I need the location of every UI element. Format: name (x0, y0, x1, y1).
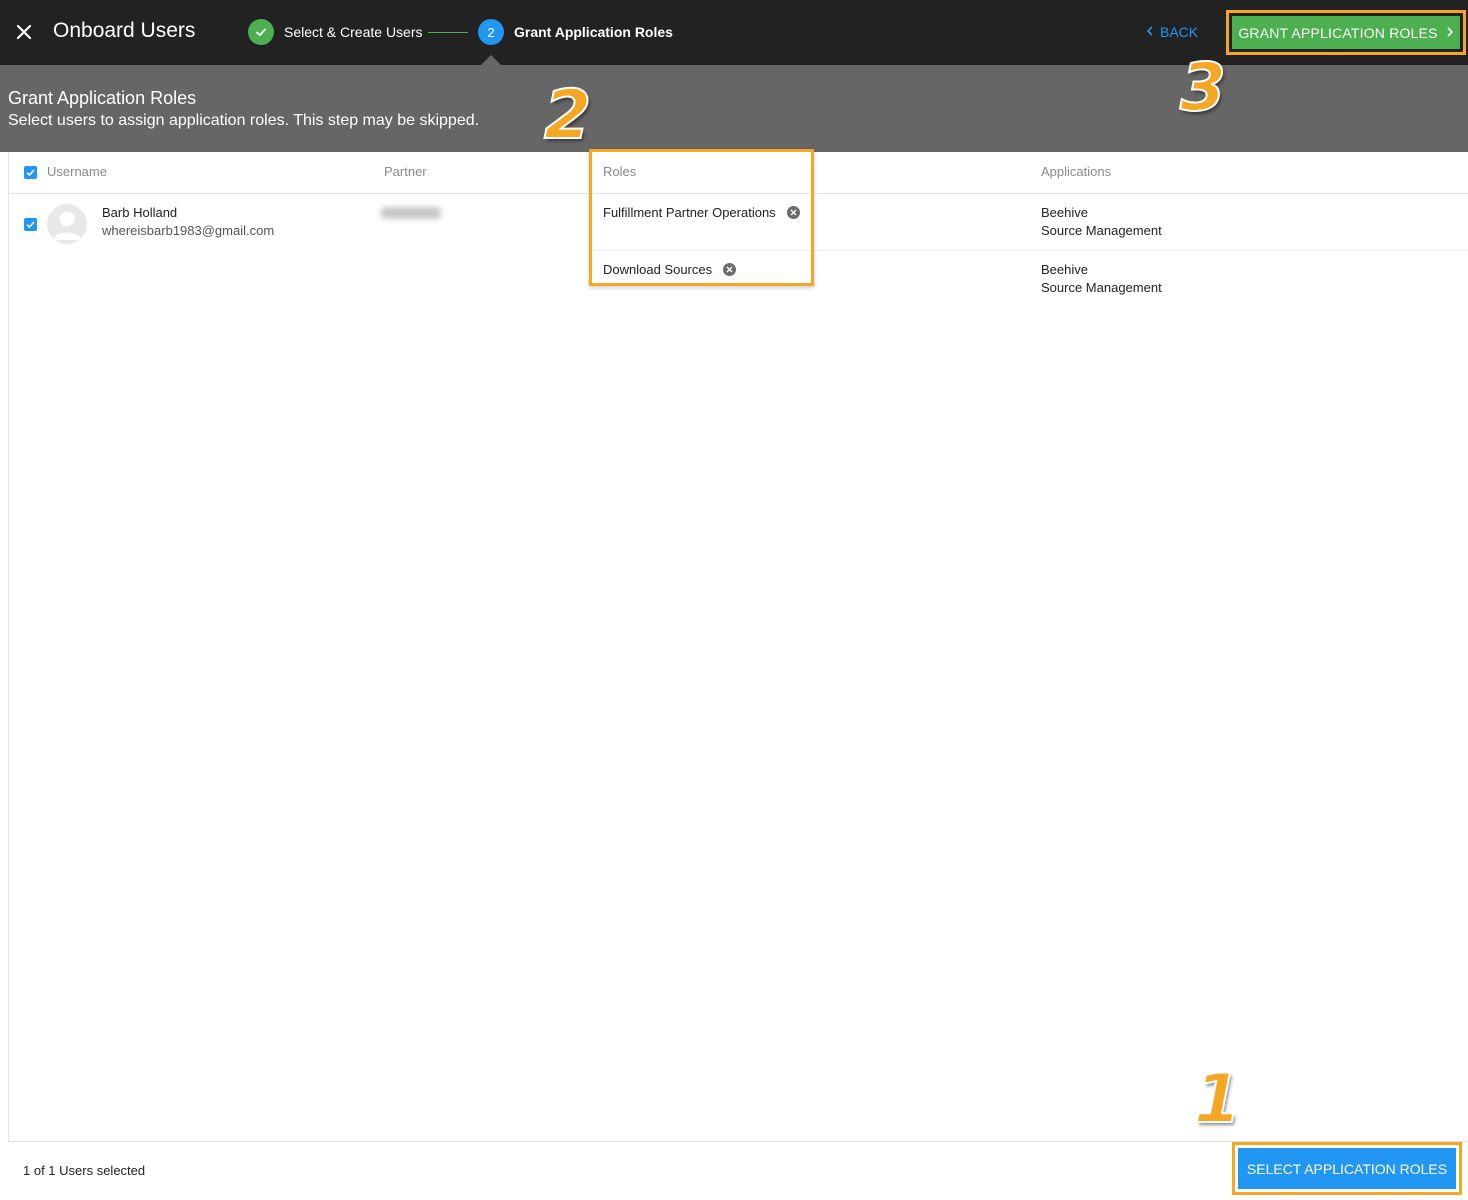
column-header-username[interactable]: Username (47, 164, 107, 179)
top-bar: Onboard Users Select & Create Users 2 Gr… (0, 0, 1468, 65)
page-subtitle: Select users to assign application roles… (8, 112, 480, 129)
user-email: whereisbarb1983@gmail.com (102, 223, 275, 238)
avatar (47, 204, 87, 244)
application-name: Beehive (1041, 205, 1088, 220)
active-step-caret (481, 55, 501, 65)
step-number-badge: 2 (478, 19, 504, 45)
back-button[interactable]: BACK (1146, 22, 1198, 42)
application-name: Beehive (1041, 262, 1088, 277)
selected-count: 1 of 1 Users selected (23, 1163, 146, 1178)
page-title: Grant Application Roles (8, 88, 197, 108)
page-header: Grant Application Roles Select users to … (0, 65, 1468, 152)
step-connector (428, 32, 468, 33)
user-name: Barb Holland (102, 205, 178, 220)
chevron-left-icon (1146, 25, 1154, 39)
grant-roles-highlight: GRANT APPLICATION ROLES (1226, 10, 1466, 55)
select-roles-highlight: SELECT APPLICATION ROLES (1232, 1142, 1462, 1195)
select-application-roles-button[interactable]: SELECT APPLICATION ROLES (1238, 1148, 1456, 1189)
partner-redacted (381, 207, 441, 219)
back-label: BACK (1160, 24, 1199, 40)
app-title: Onboard Users (53, 19, 196, 42)
check-icon (248, 19, 274, 45)
annotation-number-3: 3 (1179, 49, 1227, 126)
row-checkbox[interactable] (24, 218, 37, 231)
grant-application-roles-button[interactable]: GRANT APPLICATION ROLES (1232, 16, 1460, 49)
grant-label: GRANT APPLICATION ROLES (1238, 24, 1438, 41)
column-header-partner[interactable]: Partner (384, 164, 427, 179)
users-table: Username Partner Roles Applications Barb… (8, 149, 1468, 1142)
annotation-number-2: 2 (543, 76, 592, 155)
step-select-create-users: Select & Create Users (248, 19, 423, 45)
select-all-checkbox[interactable] (24, 166, 37, 179)
roles-highlight (589, 149, 814, 286)
application-name: Source Management (1041, 280, 1162, 295)
close-icon[interactable] (12, 20, 36, 44)
annotation-number-1: 1 (1193, 1060, 1242, 1139)
footer-bar: 1 of 1 Users selected SELECT APPLICATION… (8, 1141, 1468, 1200)
chevron-right-icon (1446, 26, 1454, 40)
application-name: Source Management (1041, 223, 1162, 238)
step-label: Grant Application Roles (514, 24, 673, 40)
step-grant-application-roles: 2 Grant Application Roles (478, 19, 673, 45)
column-header-applications[interactable]: Applications (1041, 164, 1111, 179)
step-label: Select & Create Users (284, 24, 423, 40)
